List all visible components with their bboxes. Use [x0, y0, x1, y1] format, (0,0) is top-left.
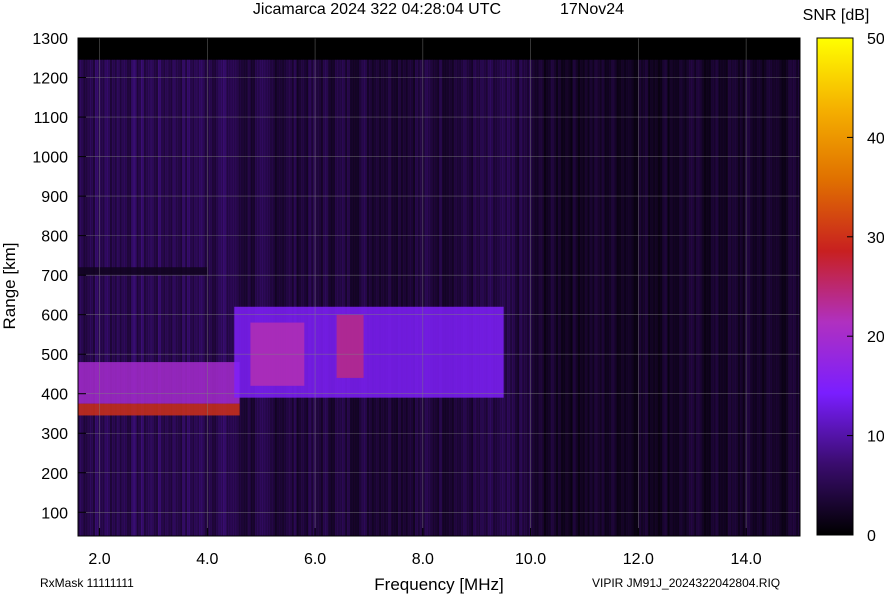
echo-region — [78, 267, 208, 276]
x-tick-label: 8.0 — [412, 551, 434, 568]
heatmap-area — [78, 38, 800, 536]
y-tick-label: 400 — [41, 387, 68, 404]
x-tick-label: 4.0 — [196, 551, 218, 568]
colorbar-tick-label: 30 — [867, 230, 884, 247]
footer-rxmask: RxMask 11111111 — [40, 576, 134, 590]
x-tick-label: 12.0 — [623, 551, 654, 568]
y-tick-label: 1000 — [32, 150, 68, 167]
y-tick-label: 200 — [41, 466, 68, 483]
footer-filename: VIPIR JM91J_2024322042804.RIQ — [592, 576, 780, 590]
colorbar-label: SNR [dB] — [803, 7, 870, 24]
colorbar-tick-label: 40 — [867, 130, 884, 147]
y-tick-label: 300 — [41, 426, 68, 443]
y-tick-label: 500 — [41, 347, 68, 364]
y-tick-label: 1200 — [32, 71, 68, 88]
colorbar — [816, 37, 854, 536]
x-axis-label: Frequency [MHz] — [374, 575, 503, 594]
colorbar-tick-label: 0 — [867, 528, 876, 545]
echo-region — [336, 314, 364, 378]
y-tick-label: 600 — [41, 308, 68, 325]
y-tick-label: 700 — [41, 268, 68, 285]
colorbar-tick-label: 20 — [867, 329, 884, 346]
x-tick-label: 2.0 — [88, 551, 110, 568]
chart-title: Jicamarca 2024 322 04:28:04 UTC — [253, 1, 501, 18]
y-tick-label: 100 — [41, 505, 68, 522]
echo-region — [78, 403, 240, 416]
x-tick-label: 6.0 — [304, 551, 326, 568]
ionogram-chart: Jicamarca 2024 322 04:28:04 UTC 17Nov24 … — [0, 1, 884, 594]
chart-date: 17Nov24 — [560, 1, 624, 18]
echo-region — [78, 362, 240, 404]
x-tick-label: 10.0 — [515, 551, 546, 568]
colorbar-tick-label: 50 — [867, 31, 884, 48]
y-tick-label: 800 — [41, 229, 68, 246]
y-axis-label: Range [km] — [0, 243, 19, 330]
y-tick-label: 900 — [41, 189, 68, 206]
colorbar-tick-label: 10 — [867, 429, 884, 446]
x-tick-label: 14.0 — [731, 551, 762, 568]
y-tick-label: 1100 — [34, 110, 69, 127]
y-tick-label: 1300 — [32, 31, 68, 48]
